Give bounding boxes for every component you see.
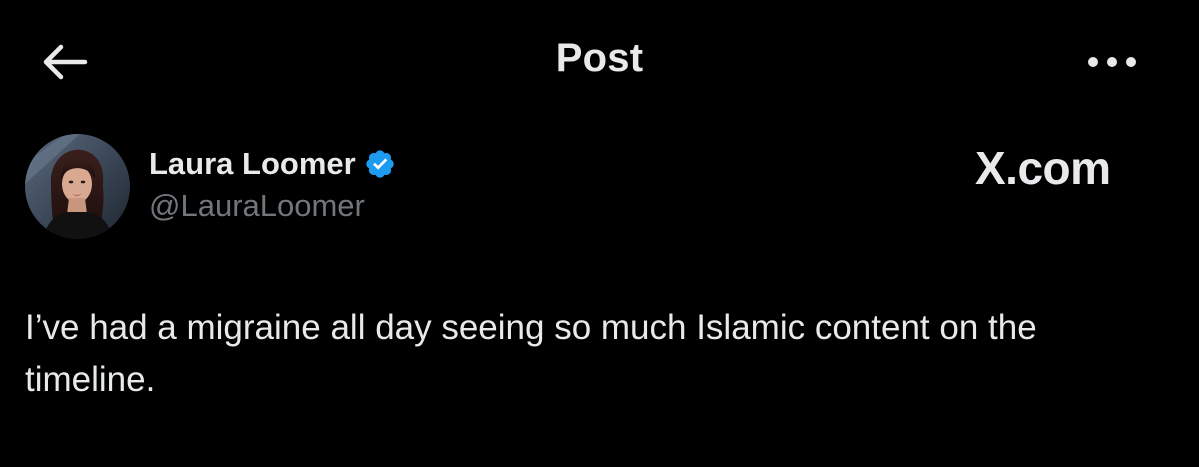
top-bar: Post xyxy=(0,0,1199,120)
page-title: Post xyxy=(555,36,644,80)
display-name[interactable]: Laura Loomer xyxy=(149,146,356,182)
more-horizontal-icon xyxy=(1088,57,1136,67)
profile-photo xyxy=(25,134,130,239)
verified-badge-icon xyxy=(366,150,394,178)
x-com-watermark: X.com xyxy=(975,142,1111,194)
avatar[interactable] xyxy=(25,134,130,239)
display-name-line: Laura Loomer xyxy=(149,146,396,182)
post-text: I’ve had a migraine all day seeing so mu… xyxy=(25,308,1037,399)
author-info: Laura Loomer @LauraLoomer xyxy=(149,146,396,224)
user-handle[interactable]: @LauraLoomer xyxy=(149,188,396,224)
more-options-button[interactable] xyxy=(1082,44,1142,80)
